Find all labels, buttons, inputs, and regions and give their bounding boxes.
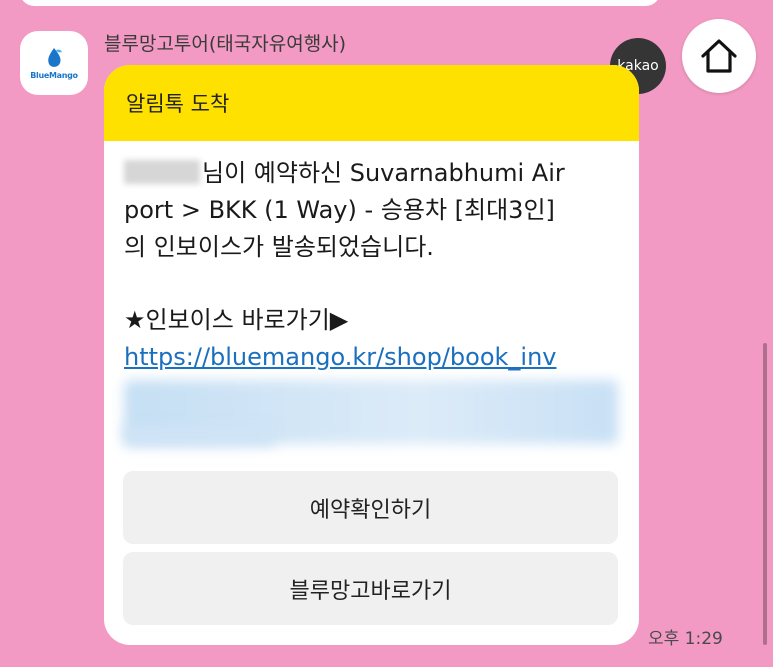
- invoice-link[interactable]: https://bluemango.kr/shop/book_inv: [124, 339, 622, 376]
- home-button[interactable]: [682, 19, 756, 93]
- invoice-label: ★인보이스 바로가기▶: [124, 306, 349, 334]
- confirm-reservation-button[interactable]: 예약확인하기: [123, 471, 618, 544]
- sender-name: 블루망고투어(태국자유여행사): [104, 33, 347, 55]
- message-timestamp: 오후 1:29: [648, 629, 723, 649]
- bluemango-shortcut-button[interactable]: 블루망고바로가기: [123, 552, 618, 625]
- message-header: 알림톡 도착: [104, 65, 639, 141]
- message-line-3: 의 인보이스가 발송되었습니다.: [124, 233, 434, 261]
- bluemango-logo-icon: [48, 48, 62, 67]
- alimtalk-message-card: 알림톡 도착 님이 예약하신 Suvarnabhumi Air port > B…: [104, 65, 639, 645]
- message-line-2: port > BKK (1 Way) - 승용차 [최대3인]: [124, 196, 555, 224]
- avatar-logo-text: BlueMango: [30, 71, 78, 80]
- home-icon: [701, 39, 737, 73]
- message-body: 님이 예약하신 Suvarnabhumi Air port > BKK (1 W…: [124, 155, 622, 446]
- redacted-link-tail: [124, 426, 274, 446]
- scrollbar[interactable]: [763, 343, 767, 645]
- message-line-1-text: 님이 예약하신 Suvarnabhumi Air: [202, 159, 565, 187]
- sender-avatar[interactable]: BlueMango: [20, 31, 88, 95]
- message-line-1: 님이 예약하신 Suvarnabhumi Air: [124, 155, 622, 192]
- previous-message-bubble: [20, 0, 660, 6]
- redacted-customer-name: [124, 160, 200, 184]
